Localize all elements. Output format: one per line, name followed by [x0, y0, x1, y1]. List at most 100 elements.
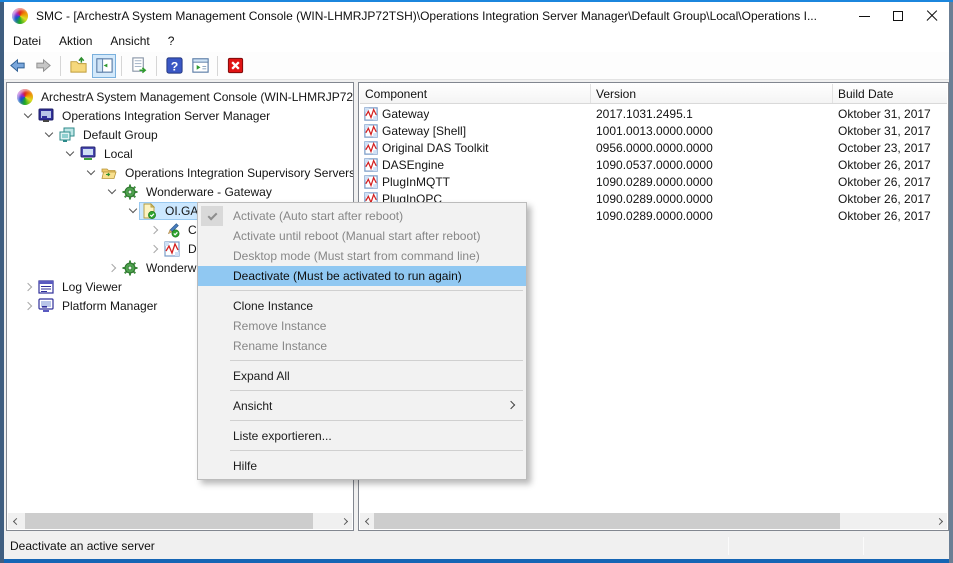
chevron-right-icon	[24, 301, 32, 309]
menu-separator	[198, 386, 526, 396]
menu-item-liste-exportieren[interactable]: Liste exportieren...	[198, 426, 526, 446]
tree-item-archestra-root[interactable]: ArchestrA System Management Console (WIN…	[17, 87, 354, 106]
menu-item-activate: Activate (Auto start after reboot)	[198, 206, 526, 226]
window-frame-right	[949, 2, 953, 563]
chevron-down-icon	[87, 167, 95, 175]
component-icon	[364, 107, 378, 121]
table-row[interactable]: PlugInMQTT 1090.0289.0000.0000 Oktober 2…	[360, 173, 931, 190]
chevron-down-icon	[108, 186, 116, 194]
menu-separator	[198, 356, 526, 366]
scroll-right-arrow[interactable]	[931, 513, 947, 529]
instance-active-icon	[141, 203, 157, 219]
show-console-tree-button[interactable]	[92, 54, 116, 78]
log-viewer-icon	[38, 279, 54, 295]
computer-group-icon	[59, 127, 75, 143]
smc-window: SMC - [ArchestrA System Management Conso…	[0, 0, 953, 563]
menubar: Datei Aktion Ansicht ?	[4, 30, 949, 52]
folder-open-icon	[101, 165, 117, 181]
export-list-button[interactable]	[127, 54, 151, 78]
menu-item-ansicht[interactable]: Ansicht	[198, 396, 526, 416]
tree-item-wonderware-gateway[interactable]: Wonderware - Gateway	[105, 182, 275, 201]
tree-item-operations-integration-server-manager[interactable]: Operations Integration Server Manager	[21, 106, 273, 125]
statusbar: Deactivate an active server	[4, 533, 949, 559]
table-row[interactable]: Gateway 2017.1031.2495.1 Oktober 31, 201…	[360, 105, 931, 122]
scrollbar-thumb[interactable]	[374, 513, 840, 529]
window-title: SMC - [ArchestrA System Management Conso…	[36, 9, 847, 23]
back-icon	[8, 56, 27, 75]
list-horizontal-scrollbar[interactable]	[360, 513, 947, 529]
chevron-down-icon	[45, 129, 53, 137]
table-row[interactable]: DASEngine 1090.0537.0000.0000 Oktober 26…	[360, 156, 931, 173]
menu-datei[interactable]: Datei	[4, 32, 50, 50]
scroll-right-arrow[interactable]	[336, 513, 352, 529]
menu-aktion[interactable]: Aktion	[50, 32, 101, 50]
status-text: Deactivate an active server	[10, 539, 155, 553]
forward-icon	[34, 56, 53, 75]
gear-icon	[122, 260, 138, 276]
menu-separator	[198, 286, 526, 296]
menu-ansicht[interactable]: Ansicht	[101, 32, 158, 50]
maximize-icon	[893, 11, 903, 21]
action-pane-icon	[191, 56, 210, 75]
window-frame-bottom	[4, 559, 949, 563]
scroll-left-arrow[interactable]	[8, 513, 24, 529]
help-icon: ?	[165, 56, 184, 75]
column-header-component[interactable]: Component	[360, 84, 591, 103]
menu-help[interactable]: ?	[159, 32, 184, 50]
table-row[interactable]: Original DAS Toolkit 0956.0000.0000.0000…	[360, 139, 931, 156]
menu-item-rename-instance: Rename Instance	[198, 336, 526, 356]
statusbar-divider	[728, 537, 729, 555]
chevron-right-icon	[24, 282, 32, 290]
column-header-build-date[interactable]: Build Date	[833, 84, 947, 103]
diagnostics-icon	[164, 241, 180, 257]
scrollbar-thumb[interactable]	[25, 513, 313, 529]
menu-item-clone-instance[interactable]: Clone Instance	[198, 296, 526, 316]
close-button[interactable]	[915, 4, 949, 28]
platform-manager-icon	[38, 298, 54, 314]
tree-item-default-group[interactable]: Default Group	[42, 125, 161, 144]
chevron-down-icon	[24, 110, 32, 118]
table-row[interactable]: Gateway [Shell] 1001.0013.0000.0000 Okto…	[360, 122, 931, 139]
menu-item-desktop-mode: Desktop mode (Must start from command li…	[198, 246, 526, 266]
component-icon	[364, 158, 378, 172]
tree-item-local[interactable]: Local	[63, 144, 136, 163]
show-action-pane-button[interactable]	[188, 54, 212, 78]
minimize-icon	[859, 16, 870, 17]
delete-button[interactable]	[223, 54, 247, 78]
menu-item-deactivate[interactable]: Deactivate (Must be activated to run aga…	[198, 266, 526, 286]
chevron-right-icon	[150, 244, 158, 252]
menu-item-remove-instance: Remove Instance	[198, 316, 526, 336]
chevron-down-icon	[66, 148, 74, 156]
chevron-right-icon	[108, 263, 116, 271]
submenu-arrow-icon	[507, 401, 515, 409]
tree-horizontal-scrollbar[interactable]	[8, 513, 352, 529]
help-button[interactable]: ?	[162, 54, 186, 78]
column-header-version[interactable]: Version	[591, 84, 833, 103]
tree-item-operations-integration-supervisory-servers[interactable]: Operations Integration Supervisory Serve…	[84, 163, 354, 182]
forward-button[interactable]	[31, 54, 55, 78]
delete-icon	[226, 56, 245, 75]
archestra-icon	[17, 89, 33, 105]
check-icon	[207, 210, 217, 220]
tree-item-platform-manager[interactable]: Platform Manager	[21, 296, 160, 315]
statusbar-divider	[863, 537, 864, 555]
toolbar-separator	[60, 56, 61, 76]
svg-text:?: ?	[170, 59, 178, 73]
configuration-icon	[164, 222, 180, 238]
context-menu: Activate (Auto start after reboot) Activ…	[197, 202, 527, 480]
toolbar-separator	[156, 56, 157, 76]
checked-indicator	[201, 206, 223, 226]
menu-item-hilfe[interactable]: Hilfe	[198, 456, 526, 476]
component-icon	[364, 124, 378, 138]
tree-item-log-viewer[interactable]: Log Viewer	[21, 277, 125, 296]
toolbar: ?	[4, 52, 949, 80]
toolbar-separator	[121, 56, 122, 76]
maximize-button[interactable]	[881, 4, 915, 28]
back-button[interactable]	[5, 54, 29, 78]
minimize-button[interactable]	[847, 4, 881, 28]
toolbar-separator	[217, 56, 218, 76]
up-one-level-button[interactable]	[66, 54, 90, 78]
menu-item-expand-all[interactable]: Expand All	[198, 366, 526, 386]
console-tree-icon	[95, 56, 114, 75]
menu-item-activate-until-reboot: Activate until reboot (Manual start afte…	[198, 226, 526, 246]
